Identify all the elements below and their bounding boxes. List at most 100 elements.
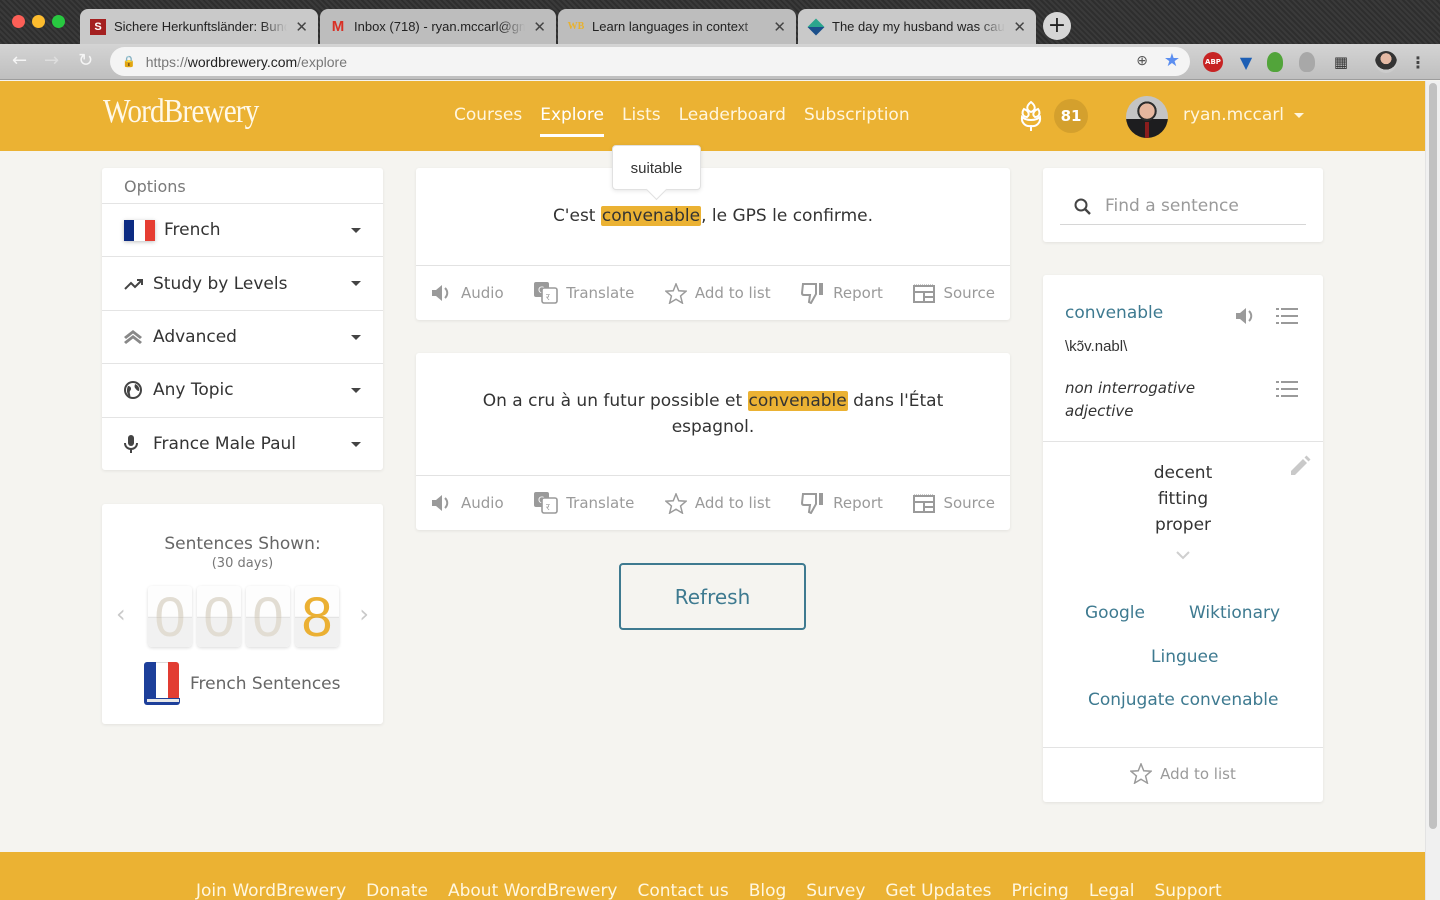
linguee-link[interactable]: Linguee [1151, 647, 1218, 667]
browser-tab[interactable]: The day my husband was caught ✕ [798, 9, 1036, 44]
browser-profile-icon[interactable] [1375, 51, 1397, 73]
report-button[interactable]: Report [801, 492, 883, 514]
highlighted-word[interactable]: convenable [747, 391, 848, 411]
browser-menu-icon[interactable]: ⋮ [1408, 52, 1428, 72]
footer-link-join[interactable]: Join WordBrewery [196, 881, 346, 900]
chevron-left-icon[interactable]: ‹ [116, 600, 126, 628]
audio-button[interactable]: Audio [431, 494, 504, 512]
wiktionary-link[interactable]: Wiktionary [1189, 603, 1280, 623]
action-label: Add to list [694, 494, 771, 512]
footer-link-pricing[interactable]: Pricing [1012, 881, 1069, 900]
report-button[interactable]: Report [801, 282, 883, 304]
word-detail-panel: convenable \kɔ̃v.nabl\ non interrogative… [1043, 275, 1323, 802]
translation-list: decent fitting proper [1043, 460, 1323, 538]
voice-select[interactable]: France Male Paul [102, 418, 383, 471]
speaker-icon [432, 495, 449, 511]
reload-icon[interactable]: ↻ [78, 50, 93, 71]
user-avatar[interactable] [1126, 96, 1168, 138]
action-label: Translate [566, 494, 635, 512]
nav-explore[interactable]: Explore [540, 105, 604, 137]
tab-close-icon[interactable]: ✕ [533, 18, 546, 36]
search-input[interactable] [1105, 196, 1295, 216]
chevron-right-icon[interactable]: › [359, 600, 369, 628]
footer-link-legal[interactable]: Legal [1089, 881, 1135, 900]
stats-title: Sentences Shown: [164, 534, 321, 554]
footer-link-donate[interactable]: Donate [366, 881, 428, 900]
language-sentences-link[interactable]: French Sentences [144, 662, 341, 706]
site-footer: Join WordBrewery Donate About WordBrewer… [0, 852, 1425, 900]
window-maximize-button[interactable] [52, 15, 65, 28]
bookmark-star-icon[interactable]: ★ [1164, 50, 1180, 71]
caret-down-icon[interactable] [1294, 113, 1304, 118]
chevron-down-icon[interactable] [1175, 550, 1191, 560]
scrollbar-thumb[interactable] [1429, 83, 1437, 829]
sentence-fragment: On a cru à un futur possible et [482, 391, 748, 411]
add-to-list-button[interactable]: Add to list [664, 282, 771, 304]
tab-close-icon[interactable]: ✕ [773, 18, 786, 36]
tab-close-icon[interactable]: ✕ [1013, 18, 1026, 36]
audio-button[interactable]: Audio [431, 284, 504, 302]
wordbrewery-logo[interactable]: WordBrewery [103, 93, 259, 131]
new-tab-button[interactable]: + [1043, 12, 1071, 40]
nav-subscription[interactable]: Subscription [804, 105, 910, 137]
list-icon[interactable] [1276, 307, 1298, 325]
action-label: Report [833, 494, 883, 512]
refresh-button[interactable]: Refresh [619, 563, 806, 630]
word-part-of-speech: non interrogative adjective [1065, 379, 1196, 420]
browser-tab[interactable]: M Inbox (718) - ryan.mccarl@gmail.com ✕ [320, 9, 556, 44]
evernote-extension-icon[interactable] [1267, 52, 1283, 72]
sentences-shown-panel: Sentences Shown: (30 days) ‹ 0 0 0 8 › F… [102, 504, 383, 724]
caret-down-icon [351, 334, 361, 340]
translate-button[interactable]: Gर Translate [534, 492, 634, 514]
nav-courses[interactable]: Courses [454, 105, 522, 137]
highlighted-word[interactable]: convenable [600, 206, 702, 226]
language-select[interactable]: French [102, 204, 383, 258]
footer-link-survey[interactable]: Survey [806, 881, 865, 900]
study-mode-select[interactable]: Study by Levels [102, 257, 383, 311]
tab-title: The day my husband was caught [832, 19, 1006, 34]
google-translate-icon: Gर [534, 492, 559, 514]
tab-close-icon[interactable]: ✕ [295, 18, 308, 36]
conjugate-link[interactable]: Conjugate convenable [1088, 690, 1279, 710]
page-scrollbar[interactable] [1425, 81, 1440, 900]
divider [1043, 747, 1323, 748]
google-link[interactable]: Google [1085, 603, 1145, 623]
points-badge[interactable]: 81 [1054, 99, 1088, 133]
back-arrow-icon[interactable]: ← [12, 50, 27, 71]
window-close-button[interactable] [12, 15, 25, 28]
window-minimize-button[interactable] [32, 15, 45, 28]
footer-link-contact[interactable]: Contact us [638, 881, 729, 900]
source-button[interactable]: Source [913, 493, 995, 513]
translate-button[interactable]: Gर Translate [534, 282, 634, 304]
footer-link-about[interactable]: About WordBrewery [448, 881, 618, 900]
add-to-list-button[interactable]: Add to list [664, 492, 771, 514]
address-bar[interactable]: 🔒 https://wordbrewery.com/explore ⊕ ★ [110, 47, 1190, 76]
browser-tab[interactable]: WB Learn languages in context ✕ [558, 9, 796, 44]
user-menu[interactable]: ryan.mccarl [1183, 105, 1284, 125]
footer-link-support[interactable]: Support [1154, 881, 1221, 900]
sentence-card: C'est convenable, le GPS le confirme. Au… [416, 168, 1010, 320]
nav-lists[interactable]: Lists [622, 105, 661, 137]
footer-link-blog[interactable]: Blog [749, 881, 787, 900]
word-add-to-list-button[interactable]: Add to list [1043, 763, 1323, 784]
speaker-icon[interactable] [1235, 307, 1257, 325]
nav-leaderboard[interactable]: Leaderboard [679, 105, 786, 137]
footer-link-updates[interactable]: Get Updates [885, 881, 991, 900]
globe-icon [124, 381, 146, 400]
microphone-icon [124, 435, 146, 454]
list-icon[interactable] [1276, 380, 1298, 398]
topic-select[interactable]: Any Topic [102, 364, 383, 418]
forward-arrow-icon[interactable]: → [44, 50, 59, 71]
zoom-icon[interactable]: ⊕ [1136, 52, 1148, 69]
source-button[interactable]: Source [913, 283, 995, 303]
vpn-extension-icon[interactable]: ▼ [1236, 52, 1256, 72]
browser-tab[interactable]: S Sichere Herkunftsländer: Bundesregieru… [80, 9, 318, 44]
newspaper-icon [913, 494, 936, 513]
adblock-extension-icon[interactable]: ABP [1203, 52, 1223, 72]
brick-extension-icon[interactable]: ▦ [1331, 52, 1351, 72]
svg-text:र: र [546, 503, 550, 513]
level-select[interactable]: Advanced [102, 311, 383, 365]
translation-tooltip: suitable [612, 145, 701, 190]
evernote-gray-extension-icon[interactable] [1299, 52, 1315, 72]
caret-down-icon [351, 441, 361, 447]
